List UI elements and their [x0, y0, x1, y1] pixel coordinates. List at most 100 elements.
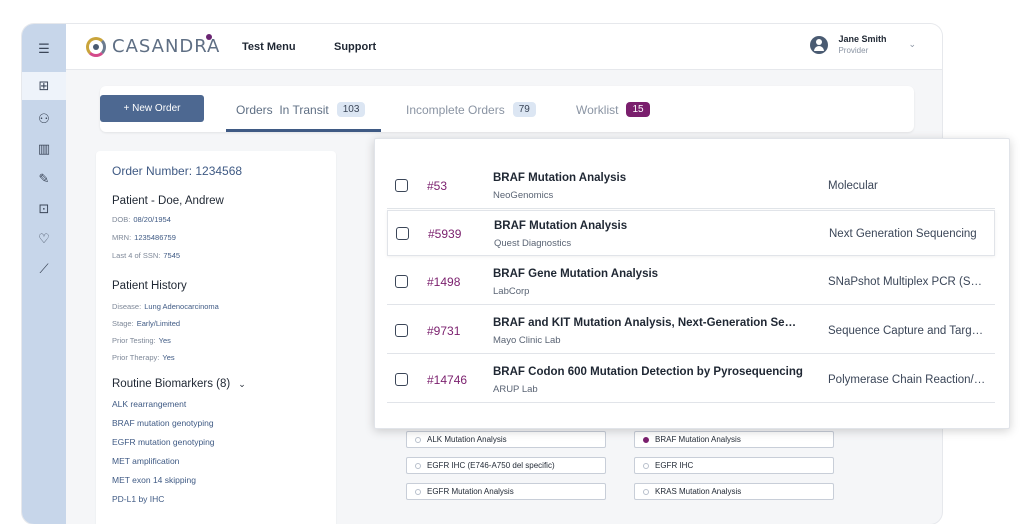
- chevron-down-icon: ⌄: [908, 39, 916, 49]
- radio-selected-icon: [643, 436, 649, 443]
- avatar-icon: [810, 35, 829, 54]
- biomarker-item[interactable]: EGFR mutation genotyping: [112, 437, 215, 447]
- tab-incomplete-orders[interactable]: Incomplete Orders 79: [406, 102, 536, 117]
- result-lab: ARUP Lab: [493, 384, 538, 395]
- result-id: #53: [427, 179, 448, 193]
- trend-chart-icon[interactable]: ⟋: [33, 258, 55, 280]
- result-row[interactable]: #1498 BRAF Gene Mutation Analysis LabCor…: [387, 259, 995, 305]
- result-row[interactable]: #9731 BRAF and KIT Mutation Analysis, Ne…: [387, 308, 995, 354]
- tab-orders-in-transit[interactable]: Orders In Transit 103: [236, 102, 366, 117]
- test-option[interactable]: EGFR Mutation Analysis: [406, 483, 606, 500]
- ssn-value: 7545: [163, 251, 181, 260]
- result-method: Molecular: [828, 180, 878, 192]
- tab-label: Orders In Transit: [236, 102, 329, 117]
- test-option[interactable]: ALK Mutation Analysis: [406, 431, 606, 448]
- result-checkbox[interactable]: [395, 373, 408, 386]
- result-title: BRAF Gene Mutation Analysis: [493, 268, 659, 280]
- prior-therapy-value: Yes: [162, 353, 175, 362]
- test-option-label: EGFR IHC: [655, 461, 694, 470]
- users-icon[interactable]: ⚇: [33, 108, 55, 130]
- test-option-label: EGFR IHC (E746-A750 del specific): [427, 461, 555, 470]
- result-checkbox[interactable]: [396, 227, 409, 240]
- result-title: BRAF Mutation Analysis: [493, 172, 627, 184]
- side-rail: ☰ ⊞ ⚇ ▥ ✎ ⊡ ♡ ⟋: [22, 24, 66, 524]
- result-lab: Quest Diagnostics: [494, 238, 572, 249]
- top-bar: CASANDRA Test Menu Support Jane Smith Pr…: [66, 24, 942, 70]
- test-option[interactable]: KRAS Mutation Analysis: [634, 483, 834, 500]
- result-title: BRAF Mutation Analysis: [494, 220, 628, 232]
- result-title: BRAF Codon 600 Mutation Detection by Pyr…: [493, 366, 803, 378]
- orders-tab-bar: + New Order Orders In Transit 103 Incomp…: [100, 86, 914, 132]
- active-tab-indicator: [226, 129, 381, 132]
- result-title: BRAF and KIT Mutation Analysis, Next-Gen…: [493, 317, 803, 329]
- test-option-selected[interactable]: BRAF Mutation Analysis: [634, 431, 834, 448]
- new-order-button[interactable]: + New Order: [100, 95, 204, 122]
- box-icon[interactable]: ⊡: [33, 198, 55, 220]
- user-menu[interactable]: Jane Smith Provider ⌄: [810, 34, 916, 55]
- result-checkbox[interactable]: [395, 275, 408, 288]
- biomarker-item[interactable]: MET amplification: [112, 456, 179, 466]
- tab-count-badge: 15: [626, 102, 650, 117]
- user-name: Jane Smith: [838, 34, 887, 44]
- dob-row: DOB: 08/20/1954: [112, 215, 171, 224]
- prior-testing-label: Prior Testing:: [112, 336, 156, 345]
- result-id: #1498: [427, 275, 461, 289]
- tab-count-badge: 103: [336, 102, 366, 117]
- test-tube-icon[interactable]: ✎: [33, 168, 55, 190]
- history-title: Patient History: [112, 280, 187, 292]
- stage-row: Stage: Early/Limited: [112, 319, 180, 328]
- result-row[interactable]: #5939 BRAF Mutation Analysis Quest Diagn…: [387, 210, 995, 256]
- prior-therapy-row: Prior Therapy: Yes: [112, 353, 175, 362]
- tab-worklist[interactable]: Worklist 15: [576, 102, 650, 117]
- biomarker-item[interactable]: BRAF mutation genotyping: [112, 418, 214, 428]
- result-lab: Mayo Clinic Lab: [493, 335, 561, 346]
- nav-test-menu[interactable]: Test Menu: [242, 41, 296, 53]
- radio-icon: [415, 488, 421, 495]
- stage-label: Stage:: [112, 319, 134, 328]
- test-option-label: BRAF Mutation Analysis: [655, 435, 741, 444]
- report-icon[interactable]: ▥: [33, 138, 55, 160]
- result-id: #9731: [427, 324, 461, 338]
- biomarker-item[interactable]: PD-L1 by IHC: [112, 494, 164, 504]
- test-option[interactable]: EGFR IHC: [634, 457, 834, 474]
- prior-testing-row: Prior Testing: Yes: [112, 336, 171, 345]
- test-option[interactable]: EGFR IHC (E746-A750 del specific): [406, 457, 606, 474]
- disease-row: Disease: Lung Adenocarcinoma: [112, 302, 219, 311]
- result-checkbox[interactable]: [395, 179, 408, 192]
- biomarkers-toggle[interactable]: Routine Biomarkers (8) ⌄: [112, 378, 246, 390]
- test-option-label: ALK Mutation Analysis: [427, 435, 507, 444]
- radio-icon: [415, 436, 421, 443]
- menu-icon[interactable]: ☰: [33, 38, 55, 60]
- nav-support[interactable]: Support: [334, 41, 376, 53]
- tab-label: Incomplete Orders: [406, 102, 505, 117]
- add-order-icon[interactable]: ⊞: [22, 72, 66, 100]
- patient-title: Patient - Doe, Andrew: [112, 195, 224, 207]
- tab-label: Worklist: [576, 102, 619, 117]
- dob-value: 08/20/1954: [133, 215, 171, 224]
- mrn-value: 1235486759: [134, 233, 176, 242]
- logo-dot-icon: [206, 34, 212, 40]
- disease-label: Disease:: [112, 302, 142, 311]
- biomarker-item[interactable]: MET exon 14 skipping: [112, 475, 196, 485]
- result-row[interactable]: #53 BRAF Mutation Analysis NeoGenomics M…: [387, 163, 995, 209]
- biomarker-item[interactable]: ALK rearrangement: [112, 399, 186, 409]
- result-id: #14746: [427, 373, 468, 387]
- result-lab: NeoGenomics: [493, 190, 554, 201]
- dob-label: DOB:: [112, 215, 131, 224]
- heart-icon[interactable]: ♡: [33, 228, 55, 250]
- result-method: Polymerase Chain Reaction/Pyrosequencing: [828, 374, 988, 386]
- result-method: Sequence Capture and Targeted Sequencing: [828, 325, 988, 337]
- result-row[interactable]: #14746 BRAF Codon 600 Mutation Detection…: [387, 357, 995, 403]
- result-method: SNaPshot Multiplex PCR (Sequencing): [828, 276, 988, 288]
- radio-icon: [415, 462, 421, 469]
- mrn-row: MRN: 1235486759: [112, 233, 176, 242]
- radio-icon: [643, 462, 649, 469]
- tab-count-badge: 79: [512, 102, 536, 117]
- disease-value: Lung Adenocarcinoma: [144, 302, 219, 311]
- radio-icon: [643, 488, 649, 495]
- test-option-label: EGFR Mutation Analysis: [427, 487, 514, 496]
- prior-therapy-label: Prior Therapy:: [112, 353, 160, 362]
- result-checkbox[interactable]: [395, 324, 408, 337]
- brand-logo[interactable]: CASANDRA: [86, 34, 220, 57]
- user-role: Provider: [838, 46, 869, 55]
